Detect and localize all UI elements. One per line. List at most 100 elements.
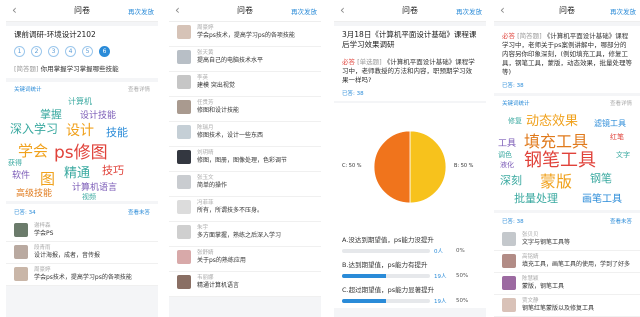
avatar: [177, 150, 191, 164]
answer-item[interactable]: 任贯芳 修图和设计技能: [169, 97, 321, 122]
option-bar-row: 19人 50%: [342, 272, 478, 280]
avatar: [177, 75, 191, 89]
respondent-name: 陈慧颖: [522, 276, 539, 282]
pie-chart-area: C: 50 % B: 50 %: [334, 103, 486, 233]
respondent-name: 谢梓森: [34, 223, 51, 229]
question-text: 必答 [简答题] 《计算机平面设计基础》课程学习中，老师关于ps案例讲解中，哪部…: [502, 32, 632, 77]
pie-slice-c: [373, 130, 411, 204]
step-6[interactable]: 6: [99, 46, 110, 57]
avatar: [177, 275, 191, 289]
keyword-stats-label[interactable]: 关键词统计: [14, 85, 42, 93]
step-3[interactable]: 3: [48, 46, 59, 57]
answered-row: 已答: 34 查看未答: [6, 204, 158, 220]
answer-text: 精通计算机语言: [197, 282, 240, 289]
answer-text: 学会PS: [34, 230, 54, 237]
step-5[interactable]: 5: [82, 46, 93, 57]
cloud-word: 动态效果: [526, 114, 579, 129]
question-card: 3月18日《计算机平面设计基础》课程课后学习效果调研 必答 [单选题] 《计算机…: [334, 26, 486, 101]
answer-text: 钢笔红笔蒙版以及修复工具: [522, 305, 595, 312]
view-detail-link[interactable]: 查看详情: [128, 85, 150, 93]
question-text: 必答 [单选题] 《计算机平面设计基础》课程学习中，老师教授的方法和内容，职预期…: [342, 58, 478, 85]
respondent-name: 李英: [197, 75, 209, 81]
nav-bar: ‹ 问卷 再次发放: [494, 0, 640, 22]
option-item[interactable]: B.达到期望值，ps能力有提升 19人 50%: [334, 258, 486, 283]
answer-item[interactable]: 刘玥晴 修图，图册，图像处理，色彩调节: [169, 147, 321, 172]
answer-text: 学会ps技术，提高学习ps的各项技能: [197, 32, 295, 39]
answer-text: 修图和设计技能: [197, 107, 240, 114]
option-count: 19人: [434, 274, 447, 280]
resend-button[interactable]: 再次发放: [610, 6, 636, 16]
answer-list: 张贝贝 文字与钢笔工具等 高铭婧 填充工具，画笔工具的使用，学到了好多 陈慧颖 蒙版，钢笔…: [494, 229, 640, 317]
survey-title: 3月18日《计算机平面设计基础》课程课后学习效果调研: [342, 30, 477, 49]
answer-item[interactable]: 张天黄 提高自己的电脑技术水平: [169, 47, 321, 72]
keyword-stats-label[interactable]: 关键词统计: [502, 99, 530, 107]
answer-item[interactable]: 高铭婧 填充工具，画笔工具的使用，学到了好多: [494, 251, 640, 273]
option-bar-row: 0人 0%: [342, 247, 478, 255]
cloud-word: 视频: [82, 193, 96, 201]
respondent-name: 周豪婷: [197, 25, 214, 31]
survey-title: 课前调研-环境设计2102: [14, 30, 96, 39]
nav-bar: ‹ 问卷 再次发放: [334, 0, 486, 22]
avatar: [177, 175, 191, 189]
avatar: [177, 50, 191, 64]
resend-button[interactable]: 再次发放: [128, 6, 154, 16]
answer-text: 填充工具，画笔工具的使用，学到了好多: [522, 261, 631, 268]
answer-text: 文字与钢笔工具等: [522, 239, 571, 246]
answer-item[interactable]: 张舒婧 关于ps的熟练应用: [169, 247, 321, 272]
step-2[interactable]: 2: [31, 46, 42, 57]
respondent-name: 段青雨: [34, 245, 51, 251]
answer-item[interactable]: 周豪婷 学会ps技术，提高学习ps的各项技能: [169, 22, 321, 47]
answer-item[interactable]: 周豪婷 学会ps技术，提高学习ps的各项技能: [6, 264, 158, 286]
avatar: [177, 250, 191, 264]
view-unanswered-link[interactable]: 查看未答: [128, 208, 150, 216]
cloud-word: 学会: [18, 142, 49, 160]
cloud-word: 技能: [106, 126, 128, 139]
option-list: A.没达到期望值，ps能力没提升 0人 0% B.达到期望值，ps能力有提升 19人 50…: [334, 233, 486, 308]
option-count: 0人: [434, 249, 443, 255]
cloud-word: 精通: [64, 166, 91, 181]
respondent-name: 张玉文: [197, 175, 214, 181]
answer-item[interactable]: 谢梓森 学会PS: [6, 220, 158, 242]
view-unanswered-link[interactable]: 查看未答: [610, 217, 632, 225]
answer-text: 简单的操作: [197, 182, 228, 189]
answer-item[interactable]: 冯菲菲 所有，所谓技多不压身。: [169, 197, 321, 222]
cloud-word: 调色: [498, 151, 512, 159]
answer-text: 所有，所谓技多不压身。: [197, 207, 264, 214]
respondent-name: 韦丽娜: [197, 275, 214, 281]
avatar: [177, 200, 191, 214]
cloud-word: 蒙版: [540, 172, 573, 191]
answer-item[interactable]: 朱宇 多方面掌握，熟练之后深入学习: [169, 222, 321, 247]
answer-item[interactable]: 李英 建模 突出视觉: [169, 72, 321, 97]
step-1[interactable]: 1: [14, 46, 25, 57]
answer-item[interactable]: 段青雨 设计海报，成者，音传报: [6, 242, 158, 264]
avatar: [502, 276, 516, 290]
resend-button[interactable]: 再次发放: [291, 6, 317, 16]
cloud-word: 获得: [8, 159, 22, 167]
answer-item[interactable]: 张玉文 简单的操作: [169, 172, 321, 197]
cloud-word: 技巧: [102, 164, 124, 177]
cloud-word: 高级技能: [16, 189, 53, 199]
step-4[interactable]: 4: [65, 46, 76, 57]
cloud-word: 软件: [12, 171, 31, 181]
respondent-name: 张天黄: [197, 50, 214, 56]
answer-text: 修图技术，设计一些东西: [197, 132, 264, 139]
question-type: [简答题]: [517, 32, 542, 40]
survey-panel-2: ‹ 问卷 再次发放 周豪婷 学会ps技术，提高学习ps的各项技能 张天黄 提高自己的电…: [169, 0, 321, 317]
nav-bar: ‹ 问卷 再次发放: [169, 0, 321, 22]
answered-count: 已答: 38: [502, 219, 524, 225]
view-detail-link[interactable]: 查看详情: [610, 99, 632, 107]
cloud-word: 修复: [508, 117, 522, 125]
answer-item[interactable]: 张贝贝 文字与钢笔工具等: [494, 229, 640, 251]
option-item[interactable]: C.超过期望值，ps能力显著提升 19人 50%: [334, 283, 486, 308]
answer-text: 提高自己的电脑技术水平: [197, 57, 264, 64]
answer-item[interactable]: 陈慧颖 蒙版，钢笔工具: [494, 273, 640, 295]
respondent-name: 张贝贝: [522, 232, 539, 238]
resend-button[interactable]: 再次发放: [456, 6, 482, 16]
screenshot-strip: ‹ 问卷 再次发放 课前调研-环境设计2102 1 2 3 4 5 6 [简答题…: [0, 0, 640, 317]
answer-item[interactable]: 陈瑞月 修图技术，设计一些东西: [169, 122, 321, 147]
option-item[interactable]: A.没达到期望值，ps能力没提升 0人 0%: [334, 233, 486, 258]
answer-item[interactable]: 贾文静 钢笔红笔蒙版以及修复工具: [494, 295, 640, 317]
answer-item[interactable]: 韦丽娜 精通计算机语言: [169, 272, 321, 297]
respondent-name: 朱宇: [197, 225, 209, 231]
cloud-word: 深刻: [500, 174, 522, 187]
